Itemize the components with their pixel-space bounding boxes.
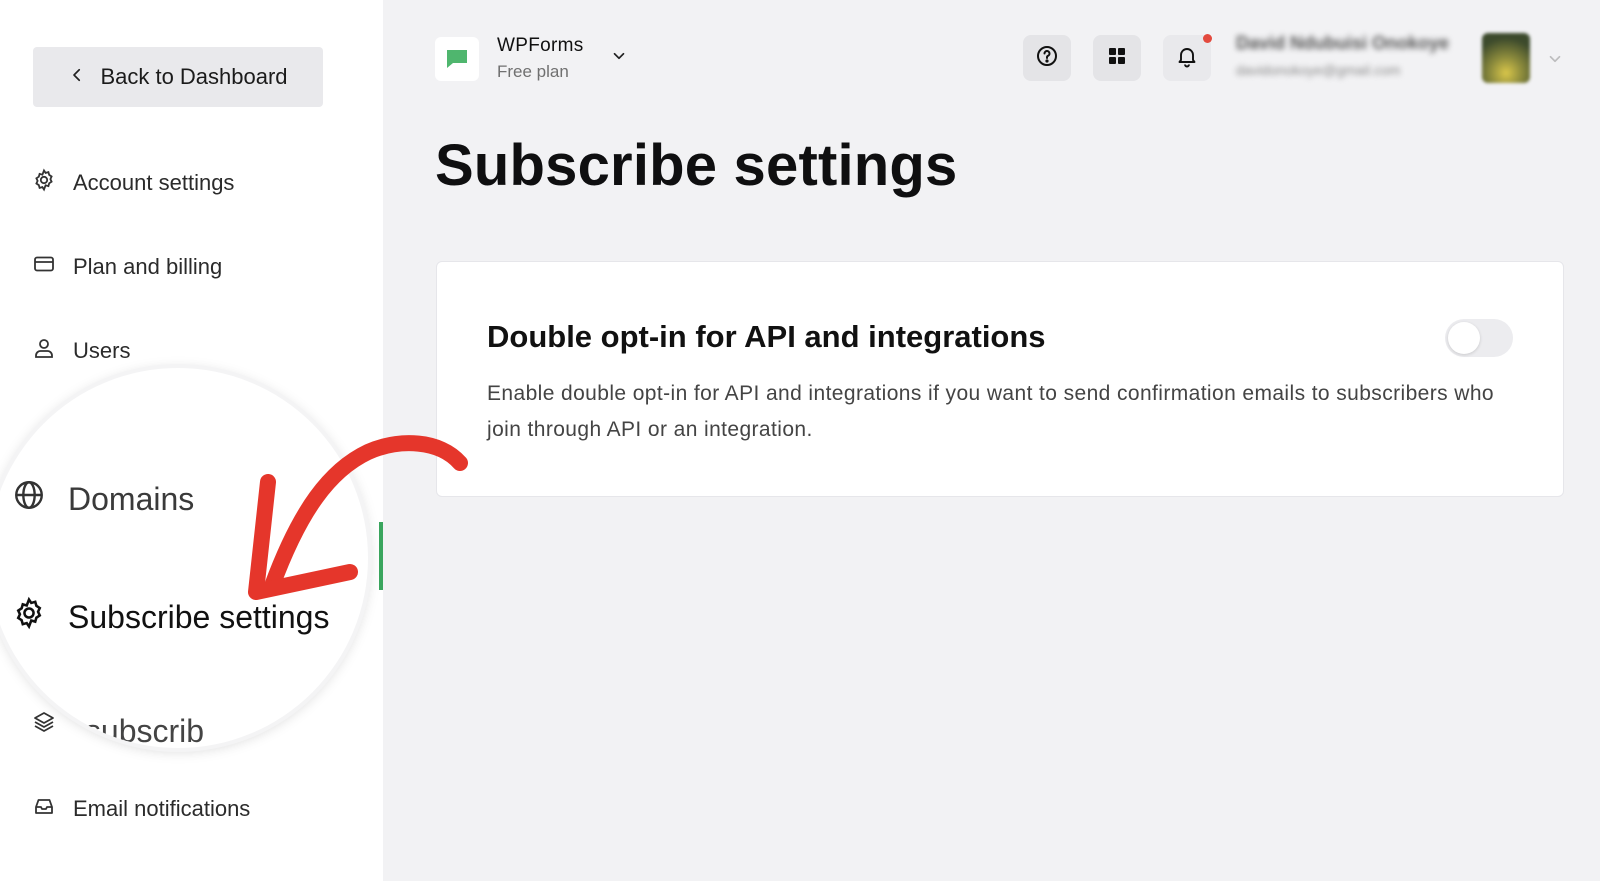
sidebar-item-domains[interactable]: Domains	[12, 478, 194, 520]
bell-icon	[1175, 44, 1199, 73]
sidebar-item-label: Email notifications	[73, 796, 251, 821]
sidebar-item-label: Users	[73, 338, 131, 363]
notification-badge	[1203, 34, 1212, 43]
grid-icon	[1105, 44, 1129, 73]
user-info[interactable]: David Ndubuisi Onokoye davidonokoye@gmai…	[1236, 33, 1466, 81]
brand-logo	[435, 36, 479, 81]
zoom-magnifier: Domains Subscribe settings Unsubscrib	[0, 368, 368, 748]
settings-card: Double opt-in for API and integrations E…	[436, 261, 1564, 497]
help-button[interactable]	[1023, 35, 1071, 81]
sidebar: Back to Dashboard Account settings Plan …	[0, 0, 383, 881]
user-name: David Ndubuisi Onokoye	[1236, 33, 1450, 53]
user-icon	[32, 336, 56, 366]
toggle-knob	[1448, 322, 1480, 354]
sidebar-item-email-notifications[interactable]: Email notifications	[32, 794, 250, 824]
active-indicator	[379, 522, 383, 590]
globe-icon	[12, 478, 46, 520]
apps-button[interactable]	[1093, 35, 1141, 81]
avatar[interactable]	[1482, 33, 1530, 83]
sidebar-item-users[interactable]: Users	[32, 336, 130, 366]
card-description: Enable double opt-in for API and integra…	[487, 382, 1494, 441]
user-email: davidonokoye@gmail.com	[1236, 62, 1401, 78]
sidebar-item-unsubscribe-zoomed[interactable]: Unsubscrib	[44, 713, 204, 748]
app-root: Back to Dashboard Account settings Plan …	[0, 0, 1600, 881]
brand-text: WPForms Free plan	[497, 35, 584, 82]
sidebar-item-label: Plan and billing	[73, 254, 223, 279]
chevron-left-icon	[68, 64, 86, 90]
chevron-down-icon	[602, 47, 628, 70]
gear-icon	[12, 596, 46, 638]
sidebar-item-account-settings[interactable]: Account settings	[32, 168, 234, 198]
inbox-icon	[32, 794, 56, 824]
page-title: Subscribe settings	[435, 133, 958, 198]
gear-icon	[32, 168, 56, 198]
sidebar-item-label: Domains	[68, 480, 195, 517]
credit-card-icon	[32, 252, 56, 282]
sidebar-item-plan-and-billing[interactable]: Plan and billing	[32, 252, 222, 282]
brand-plan: Free plan	[497, 62, 569, 81]
sidebar-item-subscribe-settings[interactable]: Subscribe settings	[12, 596, 329, 638]
help-icon	[1035, 44, 1059, 73]
sidebar-item-label: Subscribe settings	[68, 598, 330, 635]
account-switcher[interactable]: WPForms Free plan	[435, 35, 628, 82]
chat-bubble-icon	[447, 49, 467, 68]
sidebar-item-label: Unsubscrib	[44, 713, 205, 748]
brand-name: WPForms	[497, 35, 584, 56]
sidebar-item-label: Account settings	[73, 170, 235, 195]
double-opt-in-toggle[interactable]	[1445, 319, 1513, 357]
back-button-label: Back to Dashboard	[100, 64, 288, 89]
card-title: Double opt-in for API and integrations	[487, 319, 1046, 354]
back-to-dashboard-button[interactable]: Back to Dashboard	[33, 47, 323, 107]
